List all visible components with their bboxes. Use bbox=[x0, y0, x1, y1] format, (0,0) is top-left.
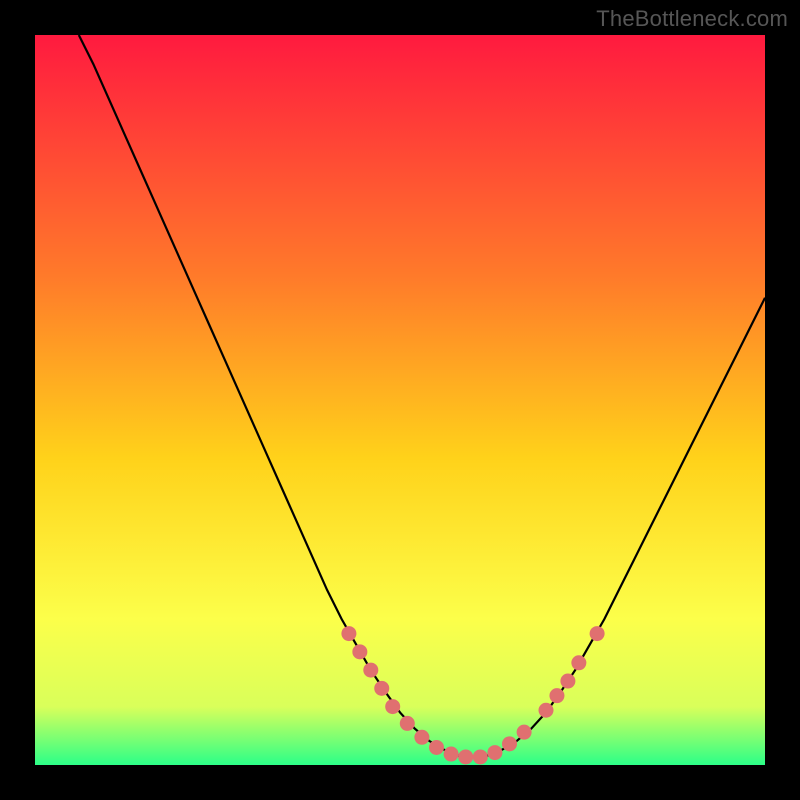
curve-marker bbox=[429, 740, 444, 755]
curve-marker bbox=[400, 716, 415, 731]
curve-marker bbox=[571, 655, 586, 670]
curve-marker bbox=[502, 736, 517, 751]
curve-marker bbox=[341, 626, 356, 641]
curve-marker bbox=[385, 699, 400, 714]
curve-marker bbox=[549, 688, 564, 703]
curve-marker bbox=[539, 703, 554, 718]
curve-marker bbox=[487, 745, 502, 760]
curve-marker bbox=[560, 674, 575, 689]
curve-marker bbox=[590, 626, 605, 641]
curve-marker bbox=[363, 663, 378, 678]
watermark-text: TheBottleneck.com bbox=[596, 6, 788, 32]
curve-marker bbox=[473, 749, 488, 764]
curve-marker bbox=[458, 749, 473, 764]
curve-marker bbox=[517, 725, 532, 740]
plot-area bbox=[35, 35, 765, 765]
curve-marker bbox=[374, 681, 389, 696]
curve-marker bbox=[414, 730, 429, 745]
bottleneck-chart bbox=[35, 35, 765, 765]
curve-marker bbox=[352, 644, 367, 659]
curve-marker bbox=[444, 747, 459, 762]
gradient-background bbox=[35, 35, 765, 765]
chart-frame: TheBottleneck.com bbox=[0, 0, 800, 800]
